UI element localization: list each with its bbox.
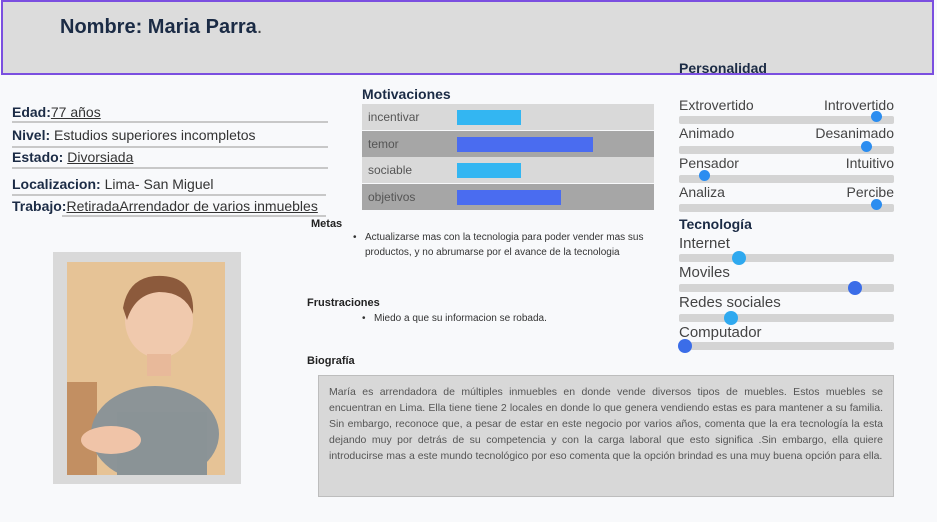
motivacion-bar: [457, 163, 521, 178]
frustraciones-item: • Miedo a que su informacion se robada.: [362, 311, 662, 326]
motivacion-row: sociable: [362, 157, 654, 183]
personalidad-left-label: Analiza: [679, 184, 725, 200]
trabajo-underline: [62, 215, 326, 217]
localizacion-value: Lima- San Miguel: [104, 176, 214, 192]
tecnologia-slider-track[interactable]: [679, 342, 894, 350]
persona-portrait-icon: [67, 262, 225, 475]
metas-list: • Actualizarse mas con la tecnologia par…: [353, 230, 653, 260]
edad-value: 77 años: [50, 104, 101, 120]
bullet-icon: •: [362, 313, 366, 324]
personalidad-right-label: Desanimado: [815, 125, 894, 141]
frustraciones-title: Frustraciones: [307, 297, 380, 309]
motivacion-bar: [457, 190, 561, 205]
biografia-text: María es arrendadora de múltiples inmueb…: [318, 375, 894, 497]
personalidad-left-label: Animado: [679, 125, 735, 141]
motivacion-label: temor: [368, 137, 399, 151]
tecnologia-slider-knob[interactable]: [678, 339, 693, 353]
tecnologia-slider-track[interactable]: [679, 254, 894, 262]
localizacion-underline: [12, 194, 326, 196]
personalidad-right-label: Percibe: [846, 184, 894, 200]
motivacion-row: objetivos: [362, 184, 654, 210]
edad-underline: [12, 121, 328, 123]
tecnologia-slider-knob[interactable]: [848, 281, 863, 295]
motivacion-row: incentivar: [362, 104, 654, 130]
tecnologia-title: Tecnología: [679, 216, 752, 232]
persona-name: Nombre: Maria Parra.: [60, 16, 262, 39]
personalidad-right-label: Introvertido: [823, 97, 894, 113]
biografia-title: Biografía: [307, 355, 355, 367]
motivacion-label: incentivar: [368, 110, 420, 124]
field-nivel: Nivel: Estudios superiores incompletos: [12, 127, 328, 148]
tecnologia-slider-knob[interactable]: [732, 251, 747, 265]
localizacion-label: Localizacion:: [12, 176, 101, 192]
personalidad-slider-track[interactable]: [679, 116, 894, 124]
personalidad-title: Personalidad: [679, 60, 767, 76]
personalidad-left-label: Pensador: [679, 155, 739, 171]
metas-item-text: Actualizarse mas con la tecnologia para …: [365, 232, 644, 258]
name-value: Maria Parra: [147, 16, 257, 38]
nivel-label: Nivel:: [12, 127, 51, 143]
tecnologia-label: Computador: [679, 324, 762, 341]
trabajo-value: RetiradaArrendador de varios inmuebles: [66, 198, 318, 214]
trabajo-label: Trabajo:: [12, 198, 67, 214]
tecnologia-label: Moviles: [679, 264, 730, 281]
field-estado: Estado: Divorsiada: [12, 149, 328, 169]
persona-photo: [67, 262, 225, 475]
personalidad-slider-track[interactable]: [679, 175, 894, 183]
estado-underline: [12, 167, 328, 169]
motivacion-label: objetivos: [368, 190, 416, 204]
edad-label: Edad:: [12, 104, 51, 120]
motivaciones-title: Motivaciones: [362, 86, 451, 102]
tecnologia-label: Internet: [679, 235, 730, 252]
tecnologia-slider-knob[interactable]: [723, 311, 738, 325]
nivel-underline: [12, 146, 328, 148]
name-label: Nombre:: [60, 16, 143, 38]
tecnologia-slider-track[interactable]: [679, 314, 894, 322]
bullet-icon: •: [353, 232, 357, 243]
field-localizacion: Localizacion: Lima- San Miguel: [12, 176, 326, 196]
tecnologia-label: Redes sociales: [679, 294, 781, 311]
name-suffix: .: [256, 16, 263, 38]
estado-value: Divorsiada: [67, 149, 134, 165]
nivel-value: Estudios superiores incompletos: [54, 127, 256, 143]
frustraciones-list: • Miedo a que su informacion se robada.: [362, 311, 662, 326]
estado-label: Estado:: [12, 149, 64, 165]
motivacion-bar: [457, 110, 521, 125]
personalidad-slider-track[interactable]: [679, 204, 894, 212]
personalidad-slider-knob[interactable]: [860, 141, 872, 152]
metas-item: • Actualizarse mas con la tecnologia par…: [353, 230, 653, 260]
motivacion-row: temor: [362, 131, 654, 157]
field-edad: Edad:77 años: [12, 104, 328, 123]
field-trabajo: Trabajo:RetiradaArrendador de varios inm…: [12, 198, 326, 217]
personalidad-right-label: Intuitivo: [845, 155, 894, 171]
motivacion-label: sociable: [368, 163, 413, 177]
frustraciones-item-text: Miedo a que su informacion se robada.: [374, 313, 547, 324]
motivacion-bar: [457, 137, 593, 152]
metas-title: Metas: [311, 218, 343, 230]
personalidad-left-label: Extrovertido: [679, 97, 754, 113]
